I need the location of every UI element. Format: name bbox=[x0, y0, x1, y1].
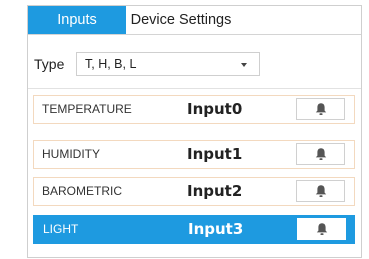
type-label: Type bbox=[34, 56, 65, 72]
bell-icon bbox=[315, 185, 327, 197]
alarm-button[interactable] bbox=[296, 180, 345, 202]
input-row-humidity[interactable]: HUMIDITY Input1 bbox=[33, 140, 355, 169]
bell-icon bbox=[316, 223, 328, 235]
chevron-down-icon bbox=[241, 63, 247, 67]
alarm-button[interactable] bbox=[296, 143, 345, 165]
input-row-barometric[interactable]: BAROMETRIC Input2 bbox=[33, 177, 355, 206]
alarm-button[interactable] bbox=[297, 218, 346, 240]
tab-inputs[interactable]: Inputs bbox=[28, 6, 126, 34]
divider bbox=[28, 88, 361, 89]
inputs-panel: Inputs Device Settings Type T, H, B, L T… bbox=[27, 5, 362, 258]
input-value: Input0 bbox=[187, 100, 243, 118]
input-label: LIGHT bbox=[43, 222, 79, 236]
tab-device-settings[interactable]: Device Settings bbox=[126, 6, 236, 34]
input-value: Input2 bbox=[187, 182, 243, 200]
bell-icon bbox=[315, 148, 327, 160]
input-label: HUMIDITY bbox=[42, 147, 100, 161]
input-label: BAROMETRIC bbox=[42, 184, 123, 198]
type-dropdown[interactable]: T, H, B, L bbox=[76, 52, 260, 76]
input-row-light[interactable]: LIGHT Input3 bbox=[33, 215, 355, 244]
alarm-button[interactable] bbox=[296, 98, 345, 120]
input-value: Input1 bbox=[187, 145, 243, 163]
input-row-temperature[interactable]: TEMPERATURE Input0 bbox=[33, 95, 355, 124]
bell-icon bbox=[315, 103, 327, 115]
type-dropdown-value: T, H, B, L bbox=[85, 57, 137, 71]
input-label: TEMPERATURE bbox=[42, 102, 132, 116]
tab-bar: Inputs Device Settings bbox=[28, 6, 361, 35]
input-value: Input3 bbox=[188, 220, 244, 238]
